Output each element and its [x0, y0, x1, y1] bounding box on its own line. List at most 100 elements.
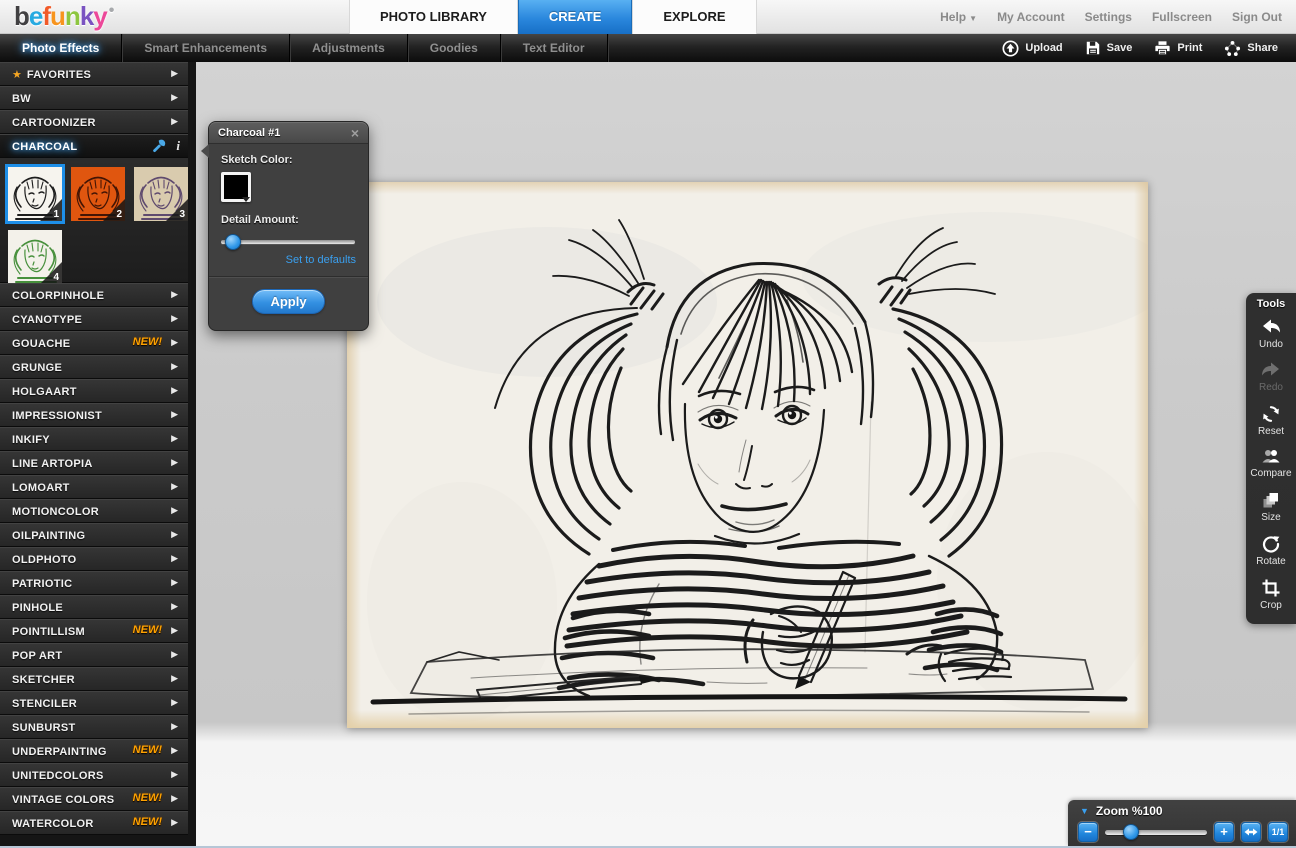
effect-thumb-charcoal-2[interactable]: 2: [71, 167, 125, 221]
menu-smart-enhancements[interactable]: Smart Enhancements: [122, 34, 290, 62]
detail-amount-slider[interactable]: [221, 234, 355, 250]
share-label: Share: [1247, 42, 1278, 54]
sidebar-item-oilpainting[interactable]: OILPAINTING▶: [0, 523, 188, 547]
sidebar-item-line-artopia[interactable]: LINE ARTOPIA▶: [0, 451, 188, 475]
zoom-slider-knob[interactable]: [1123, 824, 1139, 840]
my-account-link[interactable]: My Account: [997, 10, 1065, 24]
thumb-number: 1: [53, 209, 59, 220]
crop-button[interactable]: Crop: [1246, 572, 1296, 616]
set-to-defaults-link[interactable]: Set to defaults: [221, 254, 356, 266]
compare-button[interactable]: Compare: [1246, 442, 1296, 484]
befunky-logo[interactable]: befunky•: [14, 1, 113, 32]
chevron-right-icon: ▶: [171, 403, 178, 426]
new-badge: NEW!: [133, 619, 162, 642]
sidebar-item-sketcher[interactable]: SKETCHER▶: [0, 667, 188, 691]
sidebar-item-lomoart[interactable]: LOMOART▶: [0, 475, 188, 499]
info-icon[interactable]: i: [176, 138, 180, 153]
tool-label: Compare: [1250, 468, 1291, 479]
sidebar-item-inkify[interactable]: INKIFY▶: [0, 427, 188, 451]
zoom-slider-track[interactable]: [1105, 830, 1207, 835]
reset-icon: [1261, 404, 1281, 424]
effect-thumb-charcoal-3[interactable]: 3: [134, 167, 188, 221]
menu-goodies[interactable]: Goodies: [408, 34, 501, 62]
popup-title: Charcoal #1: [218, 122, 280, 144]
category-label: INKIFY: [12, 434, 50, 446]
tab-explore[interactable]: EXPLORE: [632, 0, 756, 34]
sidebar-item-vintage-colors[interactable]: VINTAGE COLORSNEW!▶: [0, 787, 188, 811]
slider-track[interactable]: [221, 240, 355, 244]
tab-photo-library[interactable]: PHOTO LIBRARY: [349, 0, 518, 34]
print-label: Print: [1177, 42, 1202, 54]
undo-button[interactable]: Undo: [1246, 312, 1296, 355]
tool-label: Size: [1261, 512, 1280, 523]
tab-create[interactable]: CREATE: [518, 0, 632, 34]
zoom-collapse-icon[interactable]: ▼: [1080, 806, 1089, 816]
sidebar-item-unitedcolors[interactable]: UNITEDCOLORS▶: [0, 763, 188, 787]
sidebar-item-sunburst[interactable]: SUNBURST▶: [0, 715, 188, 739]
zoom-out-button[interactable]: −: [1078, 822, 1098, 842]
sidebar-item-bw[interactable]: BW ▶: [0, 86, 188, 110]
fullscreen-link[interactable]: Fullscreen: [1152, 10, 1212, 24]
share-icon: [1224, 40, 1241, 57]
category-label: VINTAGE COLORS: [12, 794, 114, 806]
sidebar-item-motioncolor[interactable]: MOTIONCOLOR▶: [0, 499, 188, 523]
print-button[interactable]: Print: [1154, 40, 1202, 56]
fit-to-screen-button[interactable]: [1241, 822, 1261, 842]
category-label: SUNBURST: [12, 722, 76, 734]
menu-text-editor[interactable]: Text Editor: [501, 34, 608, 62]
popup-header[interactable]: Charcoal #1 ×: [209, 122, 368, 144]
category-label: CHARCOAL: [12, 141, 77, 153]
category-label: SKETCHER: [12, 674, 75, 686]
sidebar-item-cyanotype[interactable]: CYANOTYPE▶: [0, 307, 188, 331]
sidebar-item-pop-art[interactable]: POP ART▶: [0, 643, 188, 667]
zoom-slider[interactable]: [1105, 824, 1207, 840]
sidebar-item-patriotic[interactable]: PATRIOTIC▶: [0, 571, 188, 595]
sidebar-item-watercolor[interactable]: WATERCOLORNEW!▶: [0, 811, 188, 835]
logo-letter: u: [50, 1, 65, 31]
sidebar-item-charcoal[interactable]: CHARCOAL i: [0, 134, 188, 158]
thumb-number: 3: [179, 209, 185, 220]
reset-button[interactable]: Reset: [1246, 398, 1296, 442]
settings-link[interactable]: Settings: [1085, 10, 1132, 24]
sidebar-item-holgaart[interactable]: HOLGAART▶: [0, 379, 188, 403]
actual-size-button[interactable]: 1/1: [1268, 822, 1288, 842]
sidebar-item-favorites[interactable]: ★FAVORITES ▶: [0, 62, 188, 86]
size-button[interactable]: Size: [1246, 484, 1296, 528]
sidebar-item-impressionist[interactable]: IMPRESSIONIST▶: [0, 403, 188, 427]
sidebar-item-grunge[interactable]: GRUNGE▶: [0, 355, 188, 379]
sidebar-item-underpainting[interactable]: UNDERPAINTINGNEW!▶: [0, 739, 188, 763]
effect-thumbnails: 1 2 3 4: [0, 158, 188, 283]
chevron-right-icon: ▶: [171, 595, 178, 618]
zoom-in-button[interactable]: +: [1214, 822, 1234, 842]
tool-label: Undo: [1259, 339, 1283, 350]
sidebar-item-cartoonizer[interactable]: CARTOONIZER ▶: [0, 110, 188, 134]
print-icon: [1154, 40, 1171, 56]
thumb-number: 4: [53, 272, 59, 283]
chevron-right-icon: ▶: [171, 475, 178, 498]
sidebar-item-pinhole[interactable]: PINHOLE▶: [0, 595, 188, 619]
apply-button[interactable]: Apply: [252, 289, 324, 314]
effect-thumb-charcoal-1[interactable]: 1: [8, 167, 62, 221]
sketch-color-swatch[interactable]: [221, 172, 251, 202]
sidebar-item-stenciler[interactable]: STENCILER▶: [0, 691, 188, 715]
menu-photo-effects[interactable]: Photo Effects: [0, 34, 122, 62]
rotate-button[interactable]: Rotate: [1246, 528, 1296, 572]
help-menu[interactable]: Help▼: [940, 10, 977, 24]
new-badge: NEW!: [133, 787, 162, 810]
sign-out-link[interactable]: Sign Out: [1232, 10, 1282, 24]
redo-button[interactable]: Redo: [1246, 355, 1296, 398]
wrench-icon[interactable]: [152, 138, 167, 153]
menu-adjustments[interactable]: Adjustments: [290, 34, 408, 62]
close-icon[interactable]: ×: [351, 123, 359, 143]
canvas-image[interactable]: [347, 182, 1148, 728]
share-button[interactable]: Share: [1224, 40, 1278, 57]
upload-button[interactable]: Upload: [1002, 40, 1062, 57]
sidebar-item-pointillism[interactable]: POINTILLISMNEW!▶: [0, 619, 188, 643]
sidebar-item-oldphoto[interactable]: OLDPHOTO▶: [0, 547, 188, 571]
tool-label: Crop: [1260, 600, 1282, 611]
sidebar-item-colorpinhole[interactable]: COLORPINHOLE▶: [0, 283, 188, 307]
save-button[interactable]: Save: [1085, 40, 1133, 56]
sidebar-item-gouache[interactable]: GOUACHENEW!▶: [0, 331, 188, 355]
slider-knob[interactable]: [225, 234, 241, 250]
effect-thumb-charcoal-4[interactable]: 4: [8, 230, 62, 284]
